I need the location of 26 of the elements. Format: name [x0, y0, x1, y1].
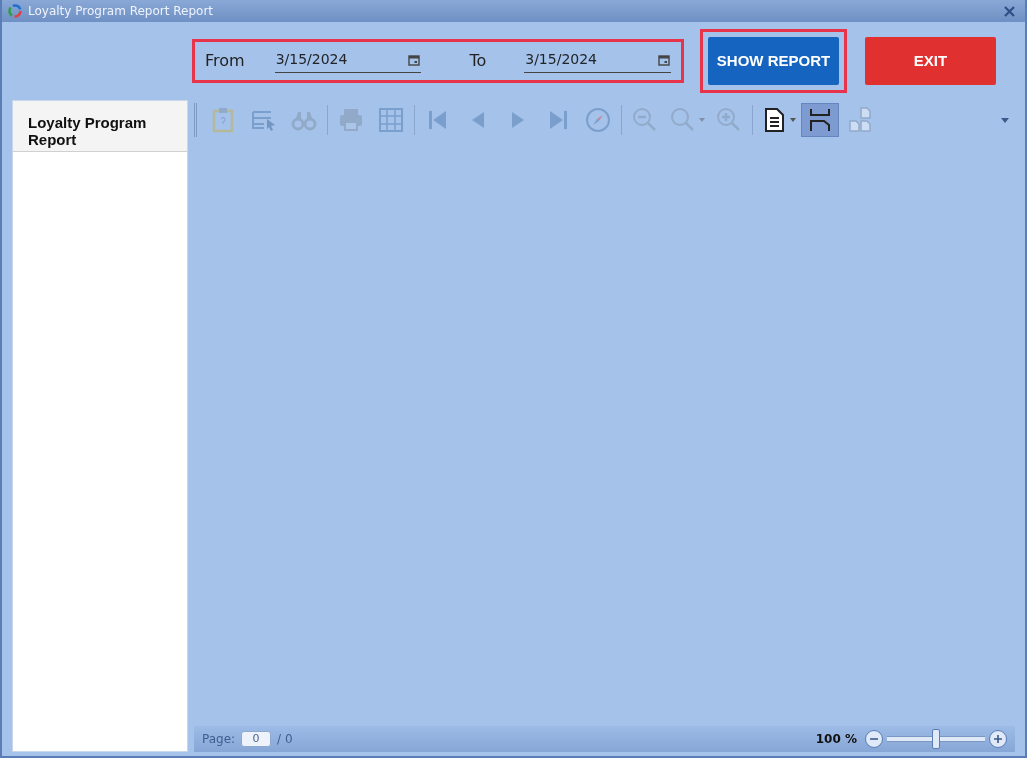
- to-label: To: [469, 50, 487, 72]
- page-label: Page:: [202, 731, 236, 748]
- printer-icon: [337, 106, 365, 134]
- page-layout-button[interactable]: [801, 103, 839, 137]
- zoom-slider-thumb[interactable]: [932, 729, 940, 749]
- zoom-out-button[interactable]: [865, 730, 883, 748]
- from-date-field[interactable]: 3/15/2024: [274, 49, 422, 73]
- calendar-icon[interactable]: [408, 53, 421, 66]
- zoom-in-button[interactable]: [989, 730, 1007, 748]
- show-report-button[interactable]: SHOW REPORT: [708, 37, 839, 85]
- calendar-icon[interactable]: [658, 53, 670, 66]
- caret-icon: [699, 118, 705, 122]
- page-total: / 0: [277, 731, 293, 748]
- plus-icon: [993, 734, 1003, 744]
- multiple-pages-icon: [846, 106, 874, 134]
- app-logo-icon: [8, 4, 22, 18]
- zoom-reading: 100 %: [815, 731, 857, 748]
- from-label: From: [205, 50, 245, 72]
- caret-icon: [790, 118, 796, 122]
- sidebar-item[interactable]: Loyalty Program Report: [13, 101, 187, 152]
- window-title: Loyalty Program Report Report: [28, 3, 215, 20]
- exit-button[interactable]: EXIT: [865, 37, 996, 85]
- to-date-field[interactable]: 3/15/2024: [524, 49, 671, 73]
- table-grid-icon: [377, 106, 405, 134]
- compass-icon: [584, 106, 612, 134]
- page-number-field[interactable]: 0: [241, 731, 272, 747]
